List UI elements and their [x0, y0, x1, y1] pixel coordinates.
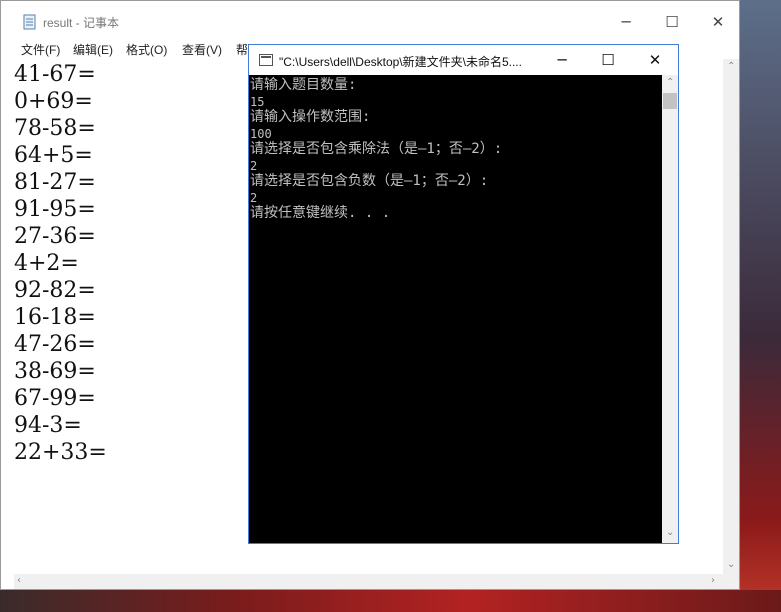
maximize-button[interactable]: ☐ — [585, 45, 631, 75]
console-line: 100 — [250, 127, 272, 141]
menu-file[interactable]: 文件(F) — [21, 41, 60, 58]
notepad-title: result - 记事本 — [43, 16, 120, 30]
text-line: 47-26= — [14, 332, 96, 357]
console-titlebar[interactable]: "C:\Users\dell\Desktop\新建文件夹\未命名5.... ─ … — [249, 45, 678, 75]
text-line: 94-3= — [14, 413, 82, 438]
text-line: 22+33= — [14, 440, 107, 465]
close-button[interactable]: ✕ — [632, 45, 678, 75]
desktop-bottom-strip — [0, 590, 781, 612]
maximize-button[interactable]: ☐ — [649, 7, 695, 37]
text-line: 38-69= — [14, 359, 96, 384]
text-line: 4+2= — [14, 251, 79, 276]
text-line: 81-27= — [14, 170, 96, 195]
menu-edit[interactable]: 编辑(E) — [73, 41, 113, 58]
console-line: 请选择是否包含乘除法（是—1；否—2）: — [250, 141, 503, 157]
menu-format[interactable]: 格式(O) — [126, 41, 167, 58]
console-window: "C:\Users\dell\Desktop\新建文件夹\未命名5.... ─ … — [248, 44, 679, 544]
text-line: 92-82= — [14, 278, 96, 303]
scroll-up-icon[interactable]: ⌃ — [666, 77, 674, 88]
text-line: 78-58= — [14, 116, 96, 141]
text-line: 41-67= — [14, 62, 96, 87]
console-line: 请输入操作数范围: — [250, 109, 371, 125]
console-line: 请按任意键继续. . . — [250, 205, 391, 221]
text-line: 27-36= — [14, 224, 96, 249]
console-line: 2 — [250, 159, 258, 173]
horizontal-scrollbar[interactable]: ‹ › — [14, 574, 723, 589]
console-line: 15 — [250, 95, 265, 109]
console-title: "C:\Users\dell\Desktop\新建文件夹\未命名5.... — [279, 55, 522, 69]
vertical-scrollbar[interactable]: ⌃ ⌄ — [723, 59, 739, 574]
text-line: 91-95= — [14, 197, 96, 222]
console-line: 请选择是否包含负数（是—1；否—2）: — [250, 173, 489, 189]
console-line: 2 — [250, 191, 258, 205]
console-line: 请输入题目数量: — [250, 77, 357, 93]
text-line: 64+5= — [14, 143, 93, 168]
minimize-button[interactable]: ─ — [539, 45, 585, 75]
scroll-left-icon[interactable]: ‹ — [17, 575, 21, 586]
scroll-up-icon[interactable]: ⌃ — [727, 61, 735, 72]
notepad-icon — [23, 14, 36, 30]
scroll-right-icon[interactable]: › — [711, 575, 715, 586]
menu-view[interactable]: 查看(V) — [182, 41, 222, 58]
scroll-down-icon[interactable]: ⌄ — [727, 559, 735, 570]
text-line: 0+69= — [14, 89, 93, 114]
console-scrollbar[interactable]: ⌃ ⌄ — [662, 75, 678, 543]
text-line: 67-99= — [14, 386, 96, 411]
minimize-button[interactable]: ─ — [603, 7, 649, 37]
notepad-titlebar[interactable]: result - 记事本 ─ ☐ ✕ — [1, 1, 739, 37]
scroll-down-icon[interactable]: ⌄ — [666, 527, 674, 538]
console-icon — [259, 54, 273, 66]
console-output[interactable]: 请输入题目数量: 15 请输入操作数范围: 100 请选择是否包含乘除法（是—1… — [249, 75, 662, 543]
close-button[interactable]: ✕ — [695, 7, 741, 37]
text-line: 16-18= — [14, 305, 96, 330]
scrollbar-corner — [723, 574, 739, 589]
scroll-thumb[interactable] — [663, 93, 677, 109]
